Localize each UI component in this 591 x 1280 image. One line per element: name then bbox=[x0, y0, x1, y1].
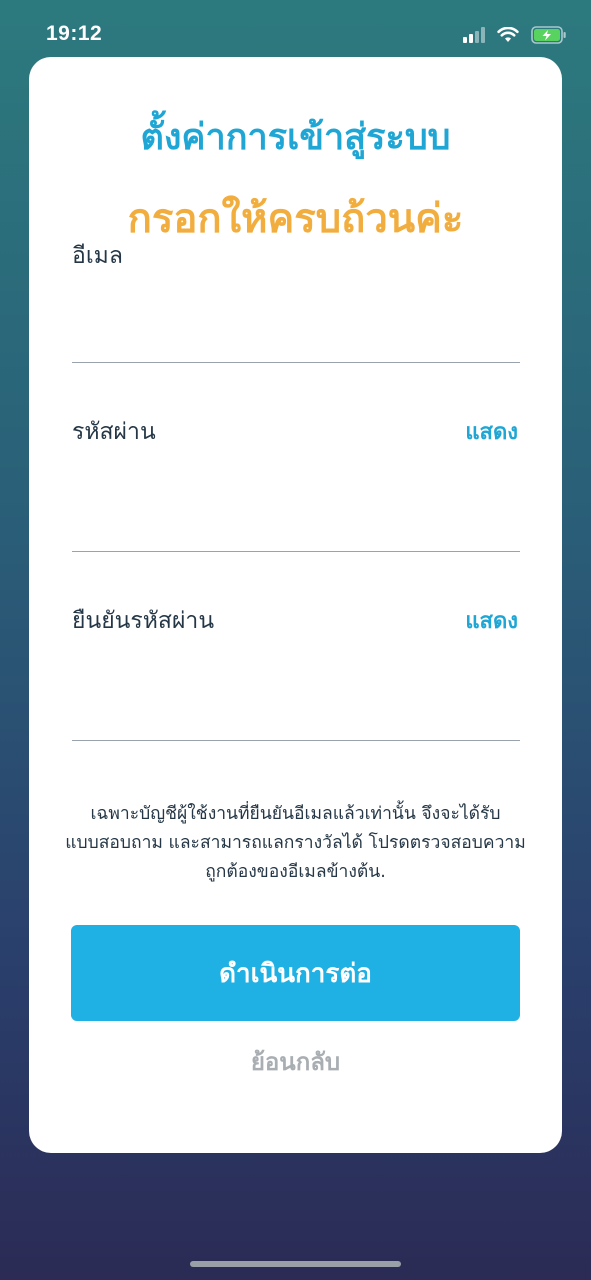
note-line: เฉพาะบัญชีผู้ใช้งานที่ยืนยันอีเมลแล้วเท่… bbox=[90, 804, 501, 824]
confirm-password-label: ยืนยันรหัสผ่าน bbox=[72, 608, 215, 634]
battery-charging-icon bbox=[531, 26, 566, 44]
show-password-button[interactable]: แสดง bbox=[465, 414, 518, 449]
email-label: อีเมล bbox=[72, 243, 123, 269]
password-label: รหัสผ่าน bbox=[72, 419, 156, 445]
back-button[interactable]: ย้อนกลับ bbox=[0, 1042, 591, 1081]
show-confirm-password-button[interactable]: แสดง bbox=[465, 603, 518, 638]
status-time: 19:12 bbox=[46, 22, 103, 45]
note-line: แบบสอบถาม และสามารถแลกรางวัลได้ โปรดตรวจ… bbox=[65, 833, 526, 853]
continue-button[interactable]: ดำเนินการต่อ bbox=[71, 925, 520, 1021]
status-bar: 19:12 bbox=[0, 0, 591, 60]
home-indicator bbox=[190, 1261, 401, 1267]
page-title: ตั้งค่าการเข้าสู่ระบบ bbox=[140, 117, 451, 158]
status-icons bbox=[463, 24, 567, 46]
note-line: ถูกต้องของอีเมลข้างต้น. bbox=[205, 862, 386, 882]
email-field[interactable] bbox=[72, 319, 520, 363]
confirm-password-field[interactable] bbox=[72, 697, 520, 741]
wifi-icon bbox=[497, 27, 519, 42]
email-verification-note: เฉพาะบัญชีผู้ใช้งานที่ยืนยันอีเมลแล้วเท่… bbox=[40, 800, 551, 887]
password-field[interactable] bbox=[72, 508, 520, 552]
cellular-signal-icon bbox=[463, 27, 485, 43]
